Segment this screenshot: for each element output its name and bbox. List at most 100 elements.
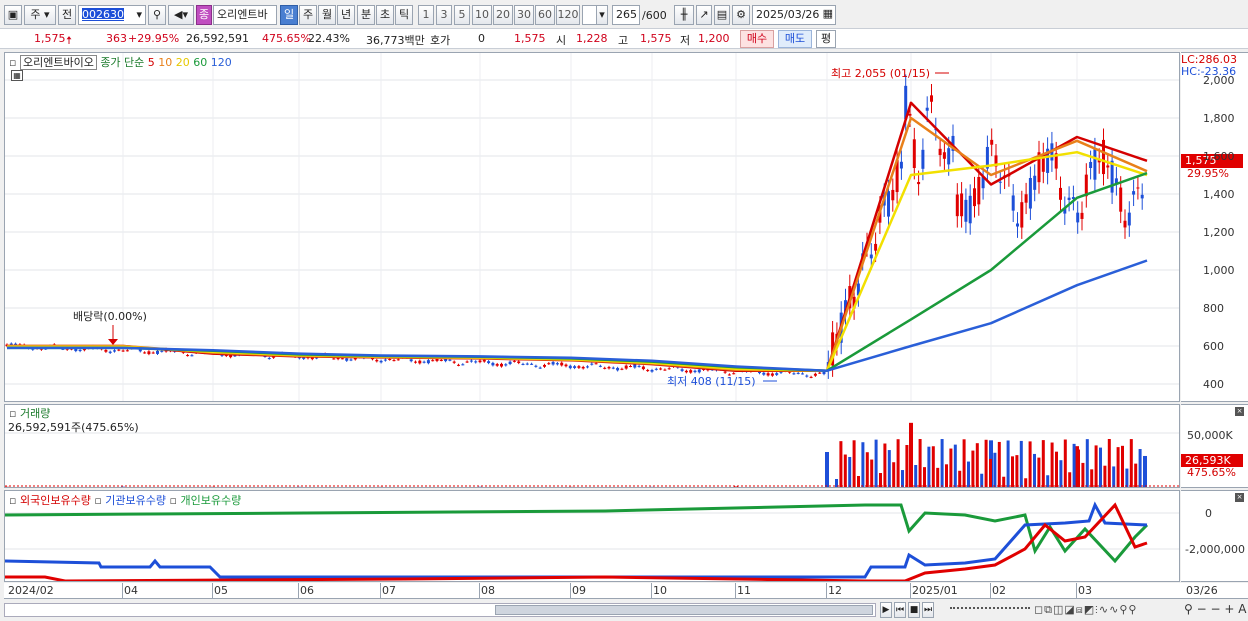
search-icon[interactable]: ⚲ [1184,602,1193,616]
close-icon[interactable]: × [1235,407,1244,416]
candle-body [564,364,568,367]
scroll-bar: ▶ ⏮ ■ ⏭ ◻⧉◫◪⧈◩⫶∿∿⚲⚲ ⚲ − − + A [4,601,1248,619]
scroll-track[interactable] [4,603,876,617]
foreign-holding-label[interactable]: 외국인보유수량 [20,494,91,507]
period-minute-tab[interactable]: 분 [357,5,375,25]
minute-3-button[interactable]: 3 [436,5,452,25]
period-day-tab[interactable]: 일 [280,5,298,25]
period-week-tab[interactable]: 주 [299,5,317,25]
minute-30-button[interactable]: 30 [514,5,534,25]
candle-body [938,148,942,156]
volume-bar [923,467,926,487]
period-year-tab[interactable]: 년 [337,5,355,25]
candle-body [766,373,770,376]
zoom-in-icon[interactable]: + [1224,602,1234,616]
avg-button[interactable]: 평 [816,30,836,48]
minute-10-button[interactable]: 10 [472,5,492,25]
candle-body [1119,187,1123,212]
volume-bar [1103,465,1107,487]
x-axis-label: 07 [382,584,396,597]
minus-icon[interactable]: − [1211,602,1221,616]
volume-panel[interactable]: ▫ 거래량 26,592,591주(475.65%) [4,404,1180,488]
stock-name-label[interactable]: 오리엔트바이오 [19,55,97,70]
candle-body [530,363,534,365]
price-y-tick: 400 [1203,378,1224,391]
x-axis-tick [212,583,213,599]
close-icon[interactable]: × [1235,493,1244,502]
volume-bar [989,458,992,487]
holder-panel[interactable]: ▫ 외국인보유수량 ▫ 기관보유수량 ▫ 개인보유수량 [4,490,1180,583]
candle-body [409,359,413,362]
date-input[interactable]: 2025/03/26 ▦ [752,5,836,25]
candle-body [1020,202,1024,228]
speaker-icon[interactable]: ◀▾ [168,5,194,25]
minute-120-button[interactable]: 120 [556,5,580,25]
buy-button[interactable]: 매수 [740,30,774,48]
font-size-icon[interactable]: A [1238,602,1246,616]
candle-body [143,352,147,354]
code-input[interactable]: 002630 ▾ [78,5,146,25]
period-month-tab[interactable]: 월 [318,5,336,25]
fast-forward-icon[interactable]: ⏭ [922,602,934,618]
layout-icon[interactable]: ▣ [4,5,22,25]
volume-bar [931,446,935,487]
period-second-tab[interactable]: 초 [376,5,394,25]
candle-body [1080,212,1084,219]
candle-body [534,365,538,367]
candle-body [899,161,903,169]
sell-button[interactable]: 매도 [778,30,812,48]
gear-icon[interactable]: ⚙ [732,5,750,25]
ma-120-label[interactable]: 120 [211,56,232,69]
ma-line-5 [7,101,1148,372]
minute-1-button[interactable]: 1 [418,5,434,25]
scroll-right-icon[interactable]: ▶ [880,602,892,618]
ma-60-label[interactable]: 60 [193,56,207,69]
ma-20-label[interactable]: 20 [176,56,190,69]
period-tick-tab[interactable]: 틱 [395,5,413,25]
candle-type-icon[interactable]: ╫ [674,5,694,25]
candle-body [396,359,400,361]
ma-label[interactable]: 종가 단순 [100,56,144,69]
table-icon[interactable]: ▦ [11,70,23,81]
minute-5-button[interactable]: 5 [454,5,470,25]
grid-icon: ▫ [94,494,102,507]
candle-body [482,359,486,362]
candle-body [500,363,503,367]
save-icon[interactable]: ▤ [714,5,730,25]
count-max: /600 [642,9,667,22]
volume-bar [1050,442,1054,487]
candle-body [680,369,684,371]
indiv-holding-label[interactable]: 개인보유수량 [180,494,241,507]
search-icon[interactable]: ⚲ [148,5,166,25]
high-label: 고 [618,34,629,47]
ma-10-label[interactable]: 10 [158,56,172,69]
volume-bar [1072,443,1076,487]
candle-body [809,376,813,378]
zoom-slider[interactable] [950,607,1030,609]
stop-icon[interactable]: ■ [908,602,920,618]
ma-5-label[interactable]: 5 [148,56,155,69]
minute-60-button[interactable]: 60 [535,5,555,25]
prev-button[interactable]: 전 [58,5,76,25]
candle-body [517,361,521,364]
drawing-tools-icon[interactable]: ◻⧉◫◪⧈◩⫶∿∿⚲⚲ [1034,603,1137,617]
candle-body [990,139,994,145]
chevron-down-icon[interactable]: ▾ [596,5,608,25]
draw-tool-icon[interactable]: ↗ [696,5,712,25]
rewind-icon[interactable]: ⏮ [894,602,906,618]
zoom-out-icon[interactable]: − [1197,602,1207,616]
scroll-thumb[interactable] [495,605,873,615]
chart-window: ▣ 주 ▾ 전 002630 ▾ ⚲ ◀▾ 종 오리엔트바 일 주 월 년 분 초… [0,0,1248,621]
count-input[interactable]: 265 [612,5,640,25]
candle-body [160,350,164,352]
candle-body [624,365,628,369]
x-axis-label: 04 [124,584,138,597]
candle-body [1011,195,1015,211]
volume-bar [997,441,1001,487]
quote-bar: 1,575 🠅 363 +29.95% 26,592,591 475.65% 2… [0,28,1248,49]
minute-20-button[interactable]: 20 [493,5,513,25]
price-chart-panel[interactable]: 최고 2,055 (01/15) 최저 408 (11/15) 배당락(0.00%)… [4,52,1180,402]
inst-holding-label[interactable]: 기관보유수량 [105,494,166,507]
market-select[interactable]: 주 ▾ [24,5,56,25]
volume-bar [857,475,860,487]
